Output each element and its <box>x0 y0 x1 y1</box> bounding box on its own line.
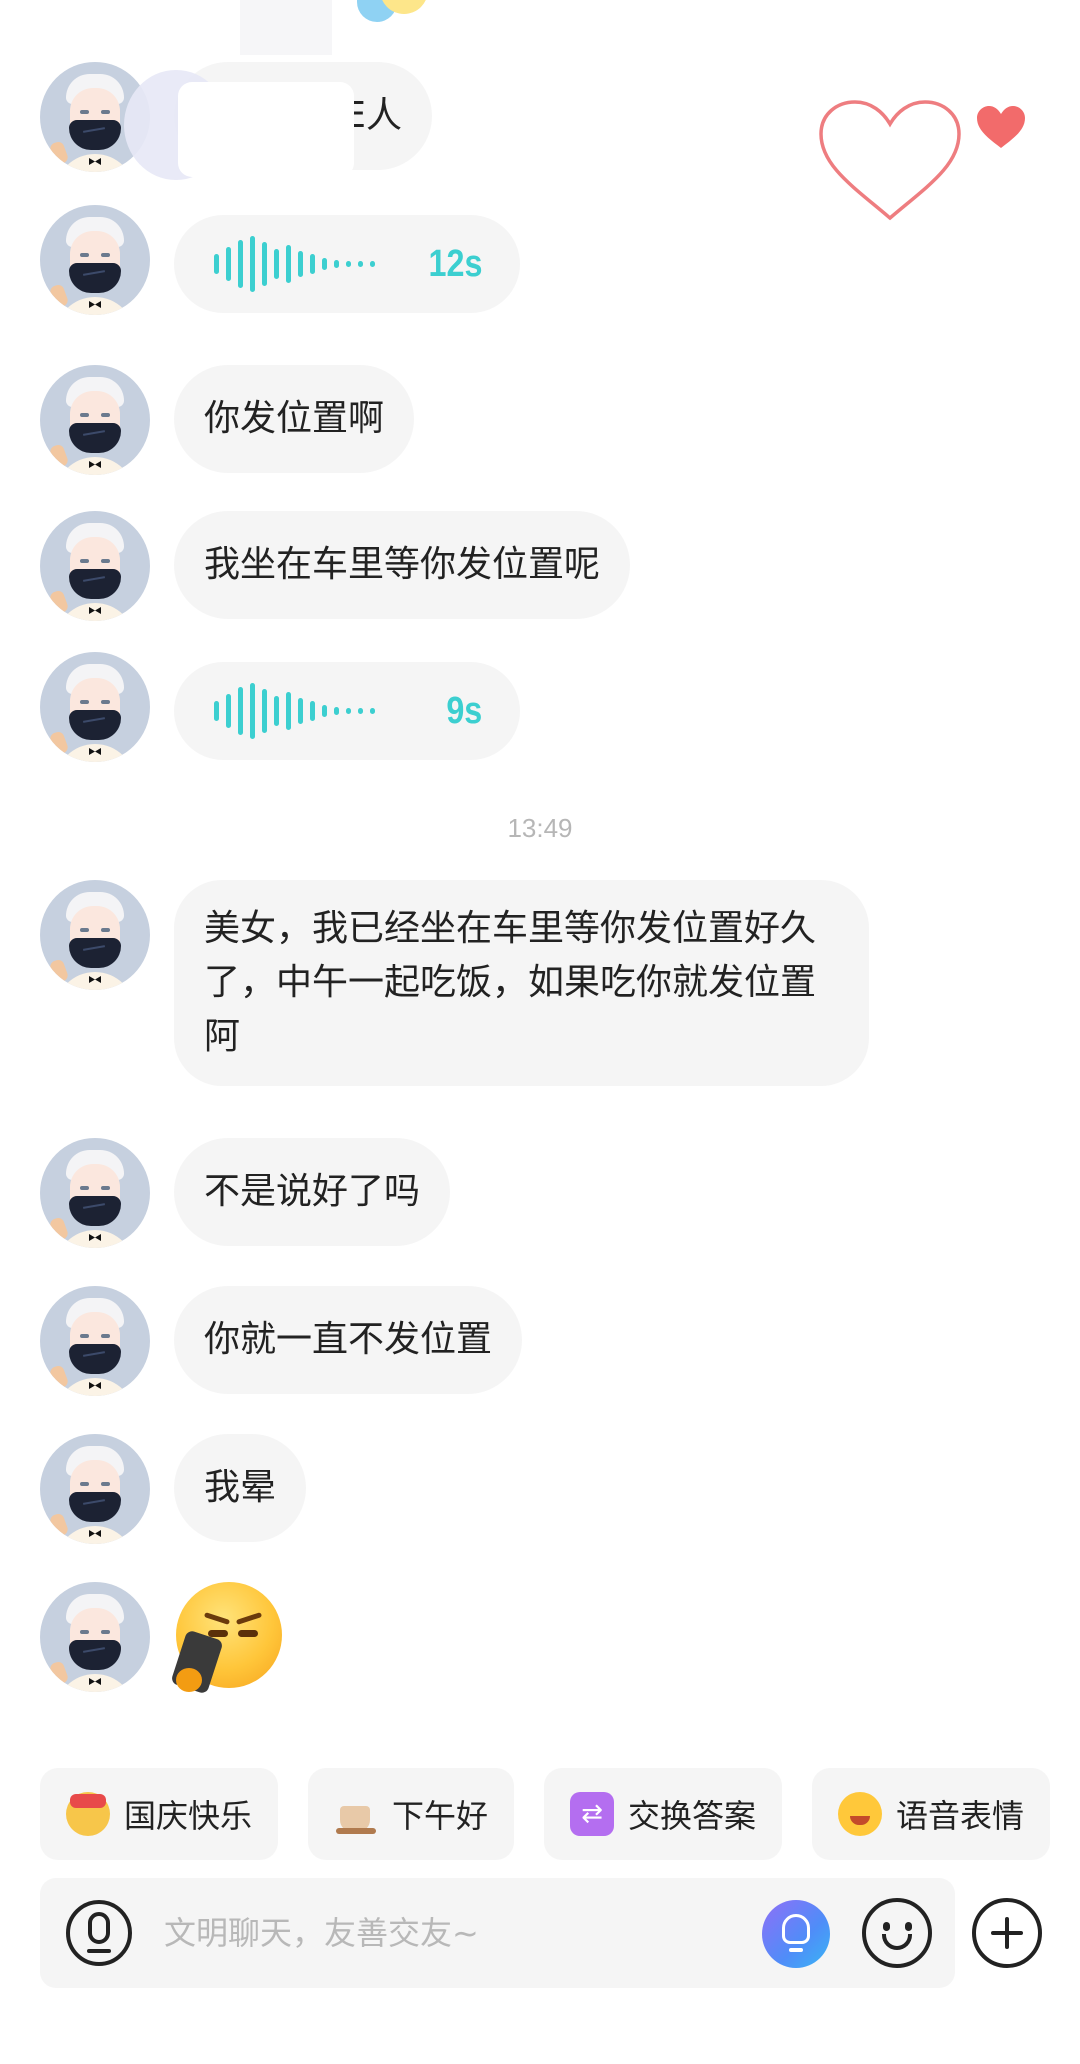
message-text: 不是说好了吗 <box>204 1171 421 1212</box>
swap-icon <box>570 1792 615 1836</box>
message-text: 我坐在车里等你发位置呢 <box>204 544 601 585</box>
message-bubble[interactable]: 美女，我已经坐在车里等你发位置好久了，中午一起吃饭，如果吃你就发位置阿 <box>174 880 869 1086</box>
heart-filled-icon[interactable] <box>975 104 1027 150</box>
voice-duration: 12s <box>428 243 482 285</box>
angry-phone-emoji-icon[interactable] <box>170 1582 284 1695</box>
avatar[interactable] <box>40 1138 150 1248</box>
message-row: 不是说好了吗 <box>40 1138 451 1248</box>
avatar[interactable] <box>40 205 150 315</box>
message-row: 我坐在车里等你发位置呢 <box>40 511 631 621</box>
message-bubble[interactable]: 你就一直不发位置 <box>174 1286 523 1394</box>
message-text: 你就一直不发位置 <box>204 1319 493 1360</box>
message-row: 我晕 <box>40 1434 307 1544</box>
message-bubble[interactable]: 不是说好了吗 <box>174 1138 451 1246</box>
message-text: 你发位置啊 <box>204 398 385 439</box>
heart-outline-icon[interactable] <box>815 96 965 226</box>
voice-message-bubble[interactable]: 9s <box>174 662 520 760</box>
message-bubble[interactable]: 我坐在车里等你发位置呢 <box>174 511 631 619</box>
national-day-emoji-icon <box>66 1792 110 1836</box>
quick-reply-exchange-answers[interactable]: 交换答案 <box>544 1768 783 1860</box>
quick-reply-national-day[interactable]: 国庆快乐 <box>40 1768 279 1860</box>
avatar[interactable] <box>40 652 150 762</box>
ai-bulb-icon[interactable] <box>762 1900 830 1968</box>
quick-reply-label: 国庆快乐 <box>124 1797 253 1835</box>
avatar[interactable] <box>40 1434 150 1544</box>
redaction-overlay <box>178 82 354 177</box>
voice-duration: 9s <box>446 690 482 732</box>
tongue-emoji-icon <box>838 1792 883 1836</box>
voice-message-bubble[interactable]: 12s <box>174 215 520 313</box>
message-text: 我晕 <box>204 1467 277 1508</box>
message-row: 你就一直不发位置 <box>40 1286 523 1396</box>
microphone-icon[interactable] <box>66 1900 132 1966</box>
message-input[interactable] <box>164 1878 744 1988</box>
message-row: 你发位置啊 <box>40 365 415 475</box>
avatar[interactable] <box>40 1286 150 1396</box>
top-decoration <box>240 0 440 55</box>
quick-reply-label: 下午好 <box>392 1797 489 1835</box>
quick-reply-good-afternoon[interactable]: 下午好 <box>308 1768 515 1860</box>
avatar[interactable] <box>40 511 150 621</box>
coffee-cup-icon <box>334 1792 378 1836</box>
quick-reply-voice-emoji[interactable]: 语音表情 <box>812 1768 1051 1860</box>
message-bubble[interactable]: 我晕 <box>174 1434 307 1542</box>
message-row: 12s <box>40 205 520 315</box>
avatar[interactable] <box>40 880 150 990</box>
message-bubble[interactable]: 你发位置啊 <box>174 365 415 473</box>
quick-reply-label: 语音表情 <box>896 1797 1025 1835</box>
voice-waveform-icon <box>214 215 375 313</box>
message-row: 9s <box>40 652 520 762</box>
smiley-icon[interactable] <box>862 1898 932 1968</box>
message-input-bar <box>40 1878 955 1988</box>
avatar[interactable] <box>40 365 150 475</box>
message-row: 美女，我已经坐在车里等你发位置好久了，中午一起吃饭，如果吃你就发位置阿 <box>40 880 869 1086</box>
message-text: 美女，我已经坐在车里等你发位置好久了，中午一起吃饭，如果吃你就发位置阿 <box>204 908 817 1057</box>
plus-icon[interactable] <box>972 1898 1042 1968</box>
avatar[interactable] <box>40 1582 150 1692</box>
voice-waveform-icon <box>214 662 375 760</box>
timestamp: 13:49 <box>507 813 573 843</box>
message-row <box>40 1582 284 1695</box>
quick-reply-label: 交换答案 <box>628 1797 757 1835</box>
quick-reply-bar: 国庆快乐 下午好 交换答案 语音表情 <box>40 1768 1051 1860</box>
